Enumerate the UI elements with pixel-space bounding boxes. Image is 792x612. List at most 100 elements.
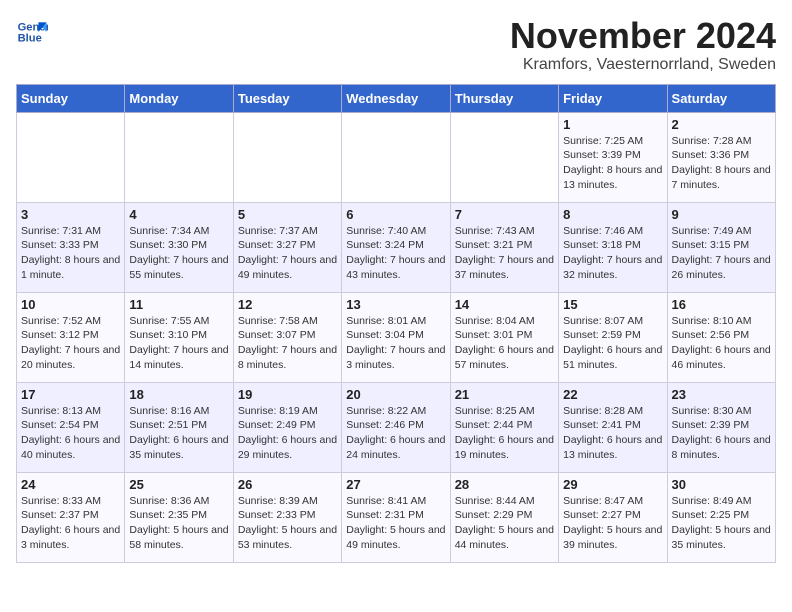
day-info: Sunrise: 8:28 AM Sunset: 2:41 PM Dayligh… <box>563 404 662 463</box>
day-info: Sunrise: 7:58 AM Sunset: 3:07 PM Dayligh… <box>238 314 337 373</box>
day-info: Sunrise: 8:41 AM Sunset: 2:31 PM Dayligh… <box>346 494 445 553</box>
day-number: 26 <box>238 477 337 492</box>
day-number: 6 <box>346 207 445 222</box>
calendar-body: 1 Sunrise: 7:25 AM Sunset: 3:39 PM Daylig… <box>17 112 776 562</box>
day-info: Sunrise: 7:28 AM Sunset: 3:36 PM Dayligh… <box>672 134 771 193</box>
week-row-4: 17 Sunrise: 8:13 AM Sunset: 2:54 PM Dayli… <box>17 382 776 472</box>
header: General Blue November 2024 Kramfors, Vae… <box>16 16 776 74</box>
calendar-cell: 8 Sunrise: 7:46 AM Sunset: 3:18 PM Daylig… <box>559 202 667 292</box>
calendar-cell: 27 Sunrise: 8:41 AM Sunset: 2:31 PM Dayli… <box>342 472 450 562</box>
calendar-cell <box>450 112 558 202</box>
day-info: Sunrise: 8:33 AM Sunset: 2:37 PM Dayligh… <box>21 494 120 553</box>
day-info: Sunrise: 8:22 AM Sunset: 2:46 PM Dayligh… <box>346 404 445 463</box>
day-info: Sunrise: 8:30 AM Sunset: 2:39 PM Dayligh… <box>672 404 771 463</box>
day-number: 29 <box>563 477 662 492</box>
calendar-cell: 10 Sunrise: 7:52 AM Sunset: 3:12 PM Dayli… <box>17 292 125 382</box>
day-info: Sunrise: 7:55 AM Sunset: 3:10 PM Dayligh… <box>129 314 228 373</box>
day-number: 4 <box>129 207 228 222</box>
day-info: Sunrise: 8:49 AM Sunset: 2:25 PM Dayligh… <box>672 494 771 553</box>
day-number: 22 <box>563 387 662 402</box>
day-info: Sunrise: 8:01 AM Sunset: 3:04 PM Dayligh… <box>346 314 445 373</box>
day-number: 9 <box>672 207 771 222</box>
day-number: 2 <box>672 117 771 132</box>
calendar-cell <box>233 112 341 202</box>
day-info: Sunrise: 7:37 AM Sunset: 3:27 PM Dayligh… <box>238 224 337 283</box>
calendar-cell: 6 Sunrise: 7:40 AM Sunset: 3:24 PM Daylig… <box>342 202 450 292</box>
day-number: 30 <box>672 477 771 492</box>
calendar-cell: 9 Sunrise: 7:49 AM Sunset: 3:15 PM Daylig… <box>667 202 775 292</box>
calendar-cell: 23 Sunrise: 8:30 AM Sunset: 2:39 PM Dayli… <box>667 382 775 472</box>
day-info: Sunrise: 7:46 AM Sunset: 3:18 PM Dayligh… <box>563 224 662 283</box>
day-info: Sunrise: 8:39 AM Sunset: 2:33 PM Dayligh… <box>238 494 337 553</box>
day-number: 8 <box>563 207 662 222</box>
day-number: 12 <box>238 297 337 312</box>
calendar-cell: 24 Sunrise: 8:33 AM Sunset: 2:37 PM Dayli… <box>17 472 125 562</box>
day-info: Sunrise: 8:47 AM Sunset: 2:27 PM Dayligh… <box>563 494 662 553</box>
title-area: November 2024 Kramfors, Vaesternorrland,… <box>510 16 776 74</box>
calendar-cell <box>125 112 233 202</box>
day-number: 28 <box>455 477 554 492</box>
calendar-cell: 29 Sunrise: 8:47 AM Sunset: 2:27 PM Dayli… <box>559 472 667 562</box>
month-title: November 2024 <box>510 16 776 56</box>
day-number: 17 <box>21 387 120 402</box>
col-header-sunday: Sunday <box>17 84 125 112</box>
day-number: 14 <box>455 297 554 312</box>
week-row-2: 3Sunrise: 7:31 AM Sunset: 3:33 PM Daylig… <box>17 202 776 292</box>
calendar-cell: 30 Sunrise: 8:49 AM Sunset: 2:25 PM Dayli… <box>667 472 775 562</box>
day-number: 25 <box>129 477 228 492</box>
calendar-cell <box>342 112 450 202</box>
calendar-cell: 19Sunrise: 8:19 AM Sunset: 2:49 PM Dayli… <box>233 382 341 472</box>
col-header-monday: Monday <box>125 84 233 112</box>
day-info: Sunrise: 7:52 AM Sunset: 3:12 PM Dayligh… <box>21 314 120 373</box>
day-info: Sunrise: 8:07 AM Sunset: 2:59 PM Dayligh… <box>563 314 662 373</box>
calendar-cell: 3Sunrise: 7:31 AM Sunset: 3:33 PM Daylig… <box>17 202 125 292</box>
calendar-cell: 14Sunrise: 8:04 AM Sunset: 3:01 PM Dayli… <box>450 292 558 382</box>
calendar-cell: 18Sunrise: 8:16 AM Sunset: 2:51 PM Dayli… <box>125 382 233 472</box>
calendar-header-row: SundayMondayTuesdayWednesdayThursdayFrid… <box>17 84 776 112</box>
day-info: Sunrise: 7:25 AM Sunset: 3:39 PM Dayligh… <box>563 134 662 193</box>
day-number: 16 <box>672 297 771 312</box>
day-number: 20 <box>346 387 445 402</box>
day-number: 15 <box>563 297 662 312</box>
calendar-cell: 13 Sunrise: 8:01 AM Sunset: 3:04 PM Dayli… <box>342 292 450 382</box>
calendar-cell: 21Sunrise: 8:25 AM Sunset: 2:44 PM Dayli… <box>450 382 558 472</box>
calendar-cell <box>17 112 125 202</box>
day-info: Sunrise: 8:10 AM Sunset: 2:56 PM Dayligh… <box>672 314 771 373</box>
svg-text:Blue: Blue <box>18 33 42 45</box>
calendar-cell: 26 Sunrise: 8:39 AM Sunset: 2:33 PM Dayli… <box>233 472 341 562</box>
col-header-friday: Friday <box>559 84 667 112</box>
calendar-cell: 11 Sunrise: 7:55 AM Sunset: 3:10 PM Dayli… <box>125 292 233 382</box>
day-number: 1 <box>563 117 662 132</box>
week-row-5: 24 Sunrise: 8:33 AM Sunset: 2:37 PM Dayli… <box>17 472 776 562</box>
col-header-thursday: Thursday <box>450 84 558 112</box>
day-number: 11 <box>129 297 228 312</box>
col-header-wednesday: Wednesday <box>342 84 450 112</box>
calendar-cell: 25Sunrise: 8:36 AM Sunset: 2:35 PM Dayli… <box>125 472 233 562</box>
day-info: Sunrise: 7:43 AM Sunset: 3:21 PM Dayligh… <box>455 224 554 283</box>
day-number: 24 <box>21 477 120 492</box>
col-header-saturday: Saturday <box>667 84 775 112</box>
day-number: 13 <box>346 297 445 312</box>
day-number: 21 <box>455 387 554 402</box>
day-number: 7 <box>455 207 554 222</box>
calendar-cell: 20 Sunrise: 8:22 AM Sunset: 2:46 PM Dayli… <box>342 382 450 472</box>
day-info: Sunrise: 8:16 AM Sunset: 2:51 PM Dayligh… <box>129 404 228 463</box>
day-number: 27 <box>346 477 445 492</box>
calendar-cell: 16 Sunrise: 8:10 AM Sunset: 2:56 PM Dayli… <box>667 292 775 382</box>
week-row-3: 10 Sunrise: 7:52 AM Sunset: 3:12 PM Dayli… <box>17 292 776 382</box>
day-number: 10 <box>21 297 120 312</box>
day-info: Sunrise: 7:49 AM Sunset: 3:15 PM Dayligh… <box>672 224 771 283</box>
day-info: Sunrise: 8:13 AM Sunset: 2:54 PM Dayligh… <box>21 404 120 463</box>
logo: General Blue <box>16 16 48 48</box>
day-number: 5 <box>238 207 337 222</box>
week-row-1: 1 Sunrise: 7:25 AM Sunset: 3:39 PM Daylig… <box>17 112 776 202</box>
day-number: 3 <box>21 207 120 222</box>
day-number: 19 <box>238 387 337 402</box>
calendar-cell: 17 Sunrise: 8:13 AM Sunset: 2:54 PM Dayli… <box>17 382 125 472</box>
day-info: Sunrise: 8:44 AM Sunset: 2:29 PM Dayligh… <box>455 494 554 553</box>
day-number: 23 <box>672 387 771 402</box>
day-info: Sunrise: 7:34 AM Sunset: 3:30 PM Dayligh… <box>129 224 228 283</box>
calendar-cell: 1 Sunrise: 7:25 AM Sunset: 3:39 PM Daylig… <box>559 112 667 202</box>
calendar-cell: 22 Sunrise: 8:28 AM Sunset: 2:41 PM Dayli… <box>559 382 667 472</box>
day-info: Sunrise: 7:40 AM Sunset: 3:24 PM Dayligh… <box>346 224 445 283</box>
